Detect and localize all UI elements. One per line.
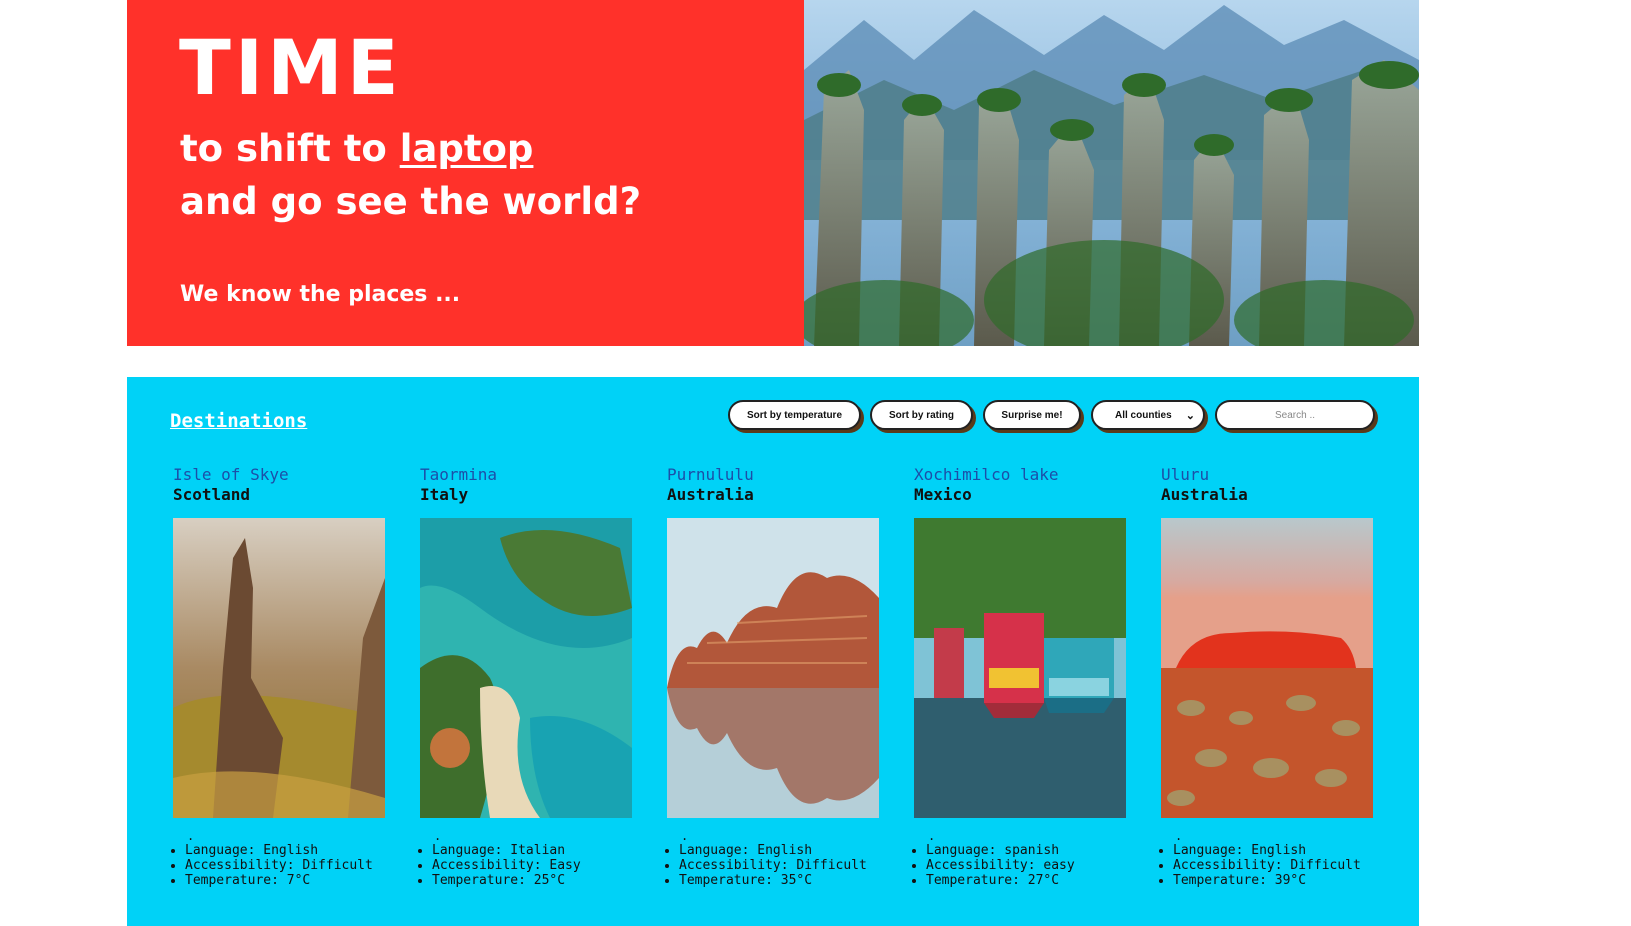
card-dot: . (681, 829, 689, 843)
hero-line1-prefix: to shift to (180, 127, 400, 170)
destination-name: Purnululu (667, 465, 754, 484)
detail-accessibility: Accessibility: Difficult (1173, 858, 1403, 873)
card-dot: . (1175, 829, 1183, 843)
detail-language: Language: English (679, 843, 909, 858)
destination-image[interactable] (173, 518, 385, 818)
hero-line2: and go see the world? (180, 180, 642, 223)
country-select-value: All counties (1115, 409, 1172, 421)
destination-image[interactable] (667, 518, 879, 818)
country-select[interactable]: All counties ⌄ (1091, 400, 1205, 430)
destination-image[interactable] (1161, 518, 1373, 818)
destination-name: Xochimilco lake (914, 465, 1059, 484)
sort-by-temperature-button[interactable]: Sort by temperature (728, 400, 861, 430)
surprise-me-button[interactable]: Surprise me! (983, 400, 1081, 430)
detail-temperature: Temperature: 35°C (679, 873, 909, 888)
destinations-section: Destinations Sort by temperature Sort by… (127, 377, 1419, 926)
destination-image[interactable] (914, 518, 1126, 818)
hero-tagline: We know the places ... (180, 282, 461, 307)
card-dot: . (187, 829, 195, 843)
detail-accessibility: Accessibility: Easy (432, 858, 662, 873)
destination-details: Language: English Accessibility: Difficu… (667, 843, 909, 888)
card-dot: . (928, 829, 936, 843)
destination-image[interactable] (420, 518, 632, 818)
destination-card[interactable]: Xochimilco lake Mexico . Language: spani… (914, 465, 1126, 888)
destination-country: Italy (420, 485, 469, 504)
search-input[interactable]: Search .. (1215, 400, 1375, 430)
destination-details: Language: English Accessibility: Difficu… (173, 843, 415, 888)
destination-country: Australia (667, 485, 754, 504)
destination-country: Mexico (914, 485, 972, 504)
detail-accessibility: Accessibility: easy (926, 858, 1156, 873)
destinations-heading[interactable]: Destinations (170, 410, 307, 432)
detail-accessibility: Accessibility: Difficult (679, 858, 909, 873)
detail-accessibility: Accessibility: Difficult (185, 858, 415, 873)
hero-subtitle: to shift to laptop and go see the world? (180, 122, 641, 228)
detail-language: Language: English (185, 843, 415, 858)
hero-title: TIME (179, 23, 403, 112)
hero-banner: TIME to shift to laptop and go see the w… (127, 0, 1419, 346)
detail-language: Language: spanish (926, 843, 1156, 858)
sort-by-rating-button[interactable]: Sort by rating (870, 400, 973, 430)
hero-mountain-image (804, 0, 1419, 346)
destination-card[interactable]: Taormina Italy . Language: Italian Acces… (420, 465, 632, 888)
destination-name: Uluru (1161, 465, 1210, 484)
detail-language: Language: Italian (432, 843, 662, 858)
card-dot: . (434, 829, 442, 843)
destination-details: Language: spanish Accessibility: easy Te… (914, 843, 1156, 888)
hero-text-panel: TIME to shift to laptop and go see the w… (127, 0, 804, 346)
detail-temperature: Temperature: 7°C (185, 873, 415, 888)
destination-card[interactable]: Purnululu Australia . Language: English … (667, 465, 879, 888)
destination-country: Scotland (173, 485, 251, 504)
destination-details: Language: Italian Accessibility: Easy Te… (420, 843, 662, 888)
detail-temperature: Temperature: 39°C (1173, 873, 1403, 888)
detail-language: Language: English (1173, 843, 1403, 858)
destination-name: Isle of Skye (173, 465, 289, 484)
destination-card[interactable]: Isle of Skye Scotland . Language: Englis… (173, 465, 385, 888)
detail-temperature: Temperature: 27°C (926, 873, 1156, 888)
chevron-down-icon: ⌄ (1185, 409, 1195, 422)
laptop-link[interactable]: laptop (400, 127, 534, 170)
destination-country: Australia (1161, 485, 1248, 504)
destination-details: Language: English Accessibility: Difficu… (1161, 843, 1403, 888)
destination-name: Taormina (420, 465, 498, 484)
detail-temperature: Temperature: 25°C (432, 873, 662, 888)
destination-card[interactable]: Uluru Australia . Language: English Acce… (1161, 465, 1373, 888)
